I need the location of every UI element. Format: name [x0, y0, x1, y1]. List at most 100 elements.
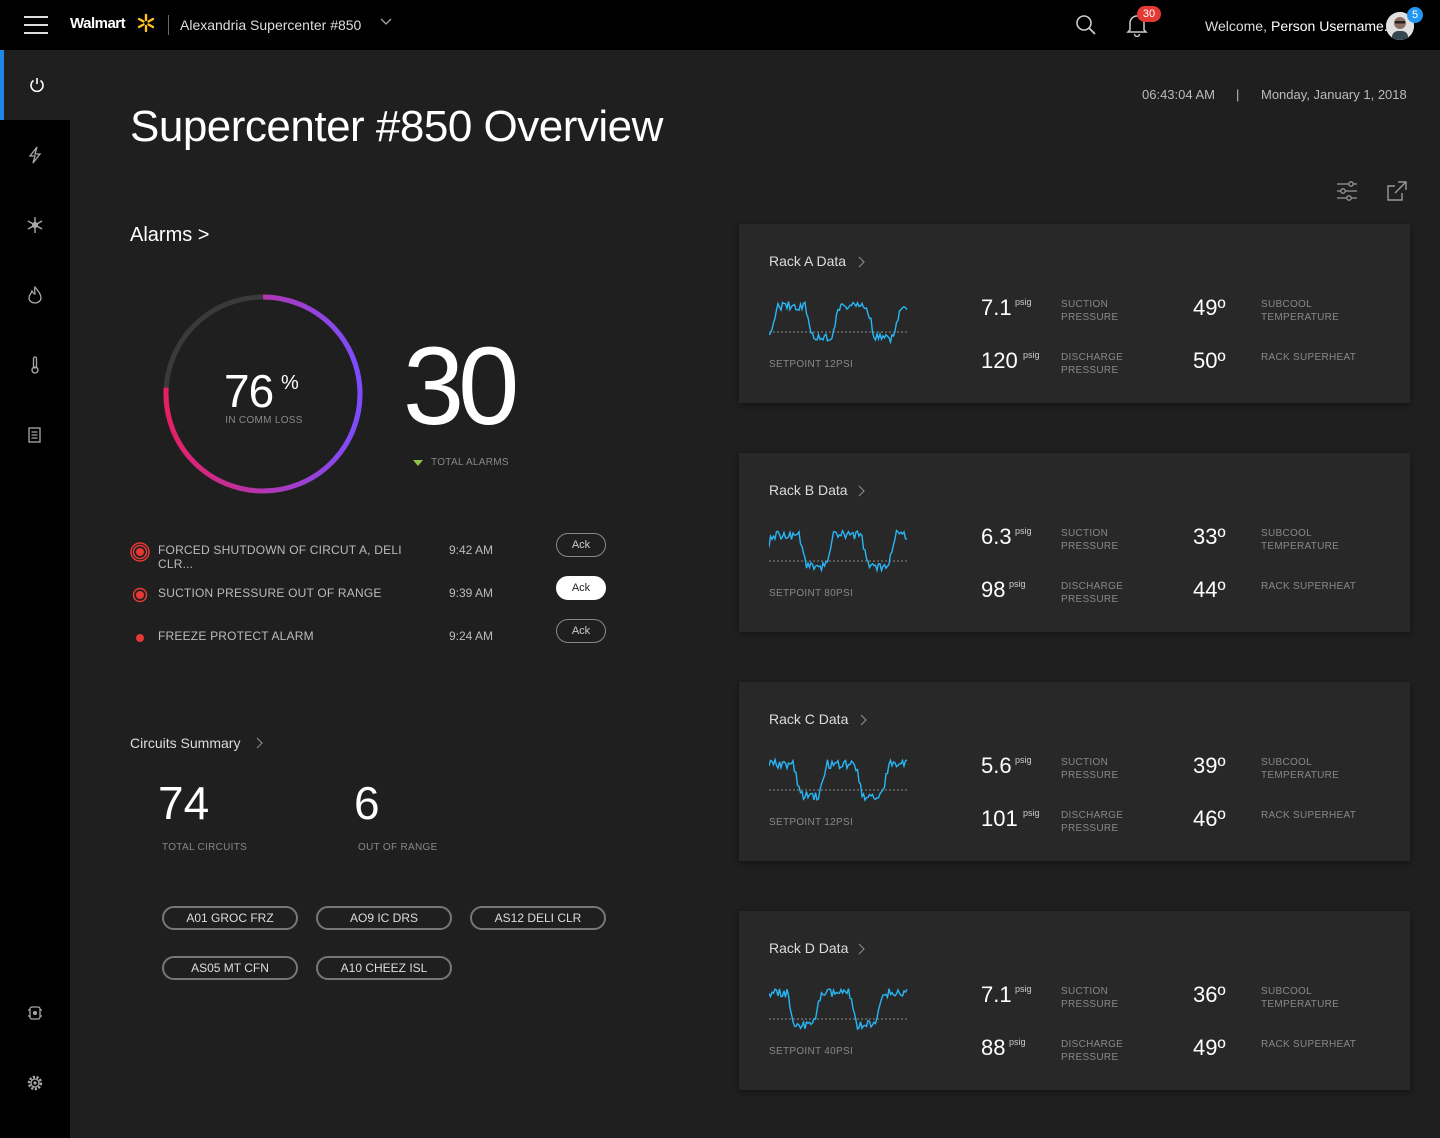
ack-button[interactable]: Ack [556, 533, 606, 557]
superheat-value: 49º [1193, 1035, 1226, 1061]
alarm-row: SUCTION PRESSURE OUT OF RANGE 9:39 AM Ac… [128, 576, 608, 619]
discharge-pressure-label: DISCHARGE PRESSURE [1061, 581, 1124, 605]
discharge-pressure-value: 88 [981, 1035, 1006, 1060]
degree-symbol: º [1217, 348, 1226, 373]
sidebar-item-settings[interactable] [0, 1048, 70, 1118]
ack-button[interactable]: Ack [556, 619, 606, 643]
notification-badge: 30 [1137, 6, 1161, 22]
critical-alarm-icon [130, 542, 150, 562]
settings-icon [27, 1075, 43, 1091]
rack-title-link[interactable]: Rack B Data [769, 482, 848, 498]
chevron-right-icon[interactable] [857, 943, 865, 955]
sidebar-item-reports[interactable] [0, 400, 70, 470]
setpoint-label: SETPOINT 12PSI [769, 359, 854, 370]
pressure-trace [769, 528, 908, 574]
subcool-temp-label: SUBCOOL TEMPERATURE [1261, 986, 1340, 1010]
subcool-temp-value: 36º [1193, 982, 1226, 1008]
subcool-temp-label: SUBCOOL TEMPERATURE [1261, 757, 1340, 781]
discharge-pressure-value: 120 [981, 348, 1018, 373]
rack-title-link[interactable]: Rack A Data [769, 253, 846, 269]
superheat-number: 44 [1193, 577, 1218, 602]
minor-alarm-icon [136, 634, 144, 642]
alarm-text: FORCED SHUTDOWN OF CIRCUT A, DELI CLR... [158, 543, 402, 571]
rack-card: Rack B Data SETPOINT 80PSI 6.3 psig SUCTION … [739, 453, 1410, 632]
circuit-chip[interactable]: A10 CHEEZ ISL [316, 956, 452, 980]
user-name: Person Username. [1270, 18, 1388, 34]
walmart-logo[interactable]: Walmart [70, 15, 126, 32]
discharge-unit: psig [1023, 350, 1040, 360]
alarm-time: 9:24 AM [449, 629, 494, 643]
thermometer-icon [31, 356, 39, 374]
chevron-right-icon[interactable] [857, 256, 865, 268]
total-circuits-label: TOTAL CIRCUITS [162, 842, 248, 853]
pressure-sparkline [769, 756, 909, 802]
discharge-pressure-label: DISCHARGE PRESSURE [1061, 810, 1124, 834]
subcool-temp-value: 33º [1193, 524, 1226, 550]
superheat-value: 44º [1193, 577, 1226, 603]
filter-sliders-icon[interactable] [1336, 180, 1358, 202]
circuit-chip[interactable]: AS05 MT CFN [162, 956, 298, 980]
circuit-chip[interactable]: A01 GROC FRZ [162, 906, 298, 930]
sidebar-item-tools[interactable] [0, 978, 70, 1048]
sidebar-item-refrigeration[interactable] [0, 190, 70, 260]
alarms-link[interactable]: Alarms > [130, 224, 209, 247]
total-alarms-label: TOTAL ALARMS [431, 457, 509, 468]
subcool-number: 49 [1193, 295, 1218, 320]
circuit-chip[interactable]: AO9 IC DRS [316, 906, 452, 930]
degree-symbol: º [1217, 295, 1226, 320]
chevron-right-icon[interactable] [857, 485, 865, 497]
superheat-number: 49 [1193, 1035, 1218, 1060]
degree-symbol: º [1217, 982, 1226, 1007]
circuits-summary-link[interactable]: Circuits Summary [130, 735, 240, 751]
sidebar-item-temperature[interactable] [0, 330, 70, 400]
search-icon[interactable] [1075, 14, 1097, 36]
superheat-value: 50º [1193, 348, 1226, 374]
chevron-down-icon[interactable] [379, 15, 393, 29]
menu-icon[interactable] [24, 16, 48, 34]
circuit-chip[interactable]: AS12 DELI CLR [470, 906, 606, 930]
sidebar-item-energy[interactable] [0, 120, 70, 190]
flame-icon [28, 286, 42, 304]
out-of-range-label: OUT OF RANGE [358, 842, 438, 853]
degree-symbol: º [1217, 1035, 1226, 1060]
degree-symbol: º [1217, 577, 1226, 602]
power-icon [30, 78, 44, 93]
rack-title-link[interactable]: Rack D Data [769, 940, 848, 956]
superheat-label: RACK SUPERHEAT [1261, 810, 1357, 821]
divider [168, 15, 169, 35]
ack-button[interactable]: Ack [556, 576, 606, 600]
suction-pressure-value: 6.3 [981, 524, 1012, 549]
comm-loss-value: 76 [224, 365, 274, 417]
subcool-temp-label: SUBCOOL TEMPERATURE [1261, 299, 1340, 323]
trend-down-icon [413, 460, 423, 466]
superheat-label: RACK SUPERHEAT [1261, 1039, 1357, 1050]
suction-pressure-label: SUCTION PRESSURE [1061, 299, 1119, 323]
pressure-trace [769, 987, 908, 1031]
discharge-unit: psig [1009, 579, 1026, 589]
external-link-icon[interactable] [1386, 180, 1408, 202]
chevron-right-icon[interactable] [254, 737, 264, 749]
sidebar-item-overview[interactable] [0, 50, 70, 120]
store-selector[interactable]: Alexandria Supercenter #850 [180, 17, 361, 33]
suction-pressure-label: SUCTION PRESSURE [1061, 757, 1119, 781]
walmart-spark-icon [137, 13, 155, 33]
page-title: Supercenter #850 Overview [130, 102, 663, 151]
total-alarms-count: 30 [403, 325, 519, 448]
alarm-row: FREEZE PROTECT ALARM 9:24 AM Ack [128, 619, 608, 662]
chevron-right-icon[interactable] [859, 714, 867, 726]
lightning-icon [28, 146, 42, 164]
sidebar-item-hvac[interactable] [0, 260, 70, 330]
rack-card: Rack D Data SETPOINT 40PSI 7.1 psig SUCTION … [739, 911, 1410, 1090]
sidebar [0, 50, 70, 1138]
discharge-pressure-label: DISCHARGE PRESSURE [1061, 352, 1124, 376]
setpoint-label: SETPOINT 40PSI [769, 1046, 854, 1057]
top-bar: Walmart Alexandria Supercenter #850 30 W… [0, 0, 1440, 50]
suction-pressure-label: SUCTION PRESSURE [1061, 528, 1119, 552]
alarm-time: 9:39 AM [449, 586, 494, 600]
suction-pressure-value: 7.1 [981, 982, 1012, 1007]
discharge-unit: psig [1009, 1037, 1026, 1047]
welcome-label: Welcome, [1205, 18, 1267, 34]
rack-title-link[interactable]: Rack C Data [769, 711, 848, 727]
superheat-number: 50 [1193, 348, 1218, 373]
gear-tool-icon [28, 1006, 42, 1020]
